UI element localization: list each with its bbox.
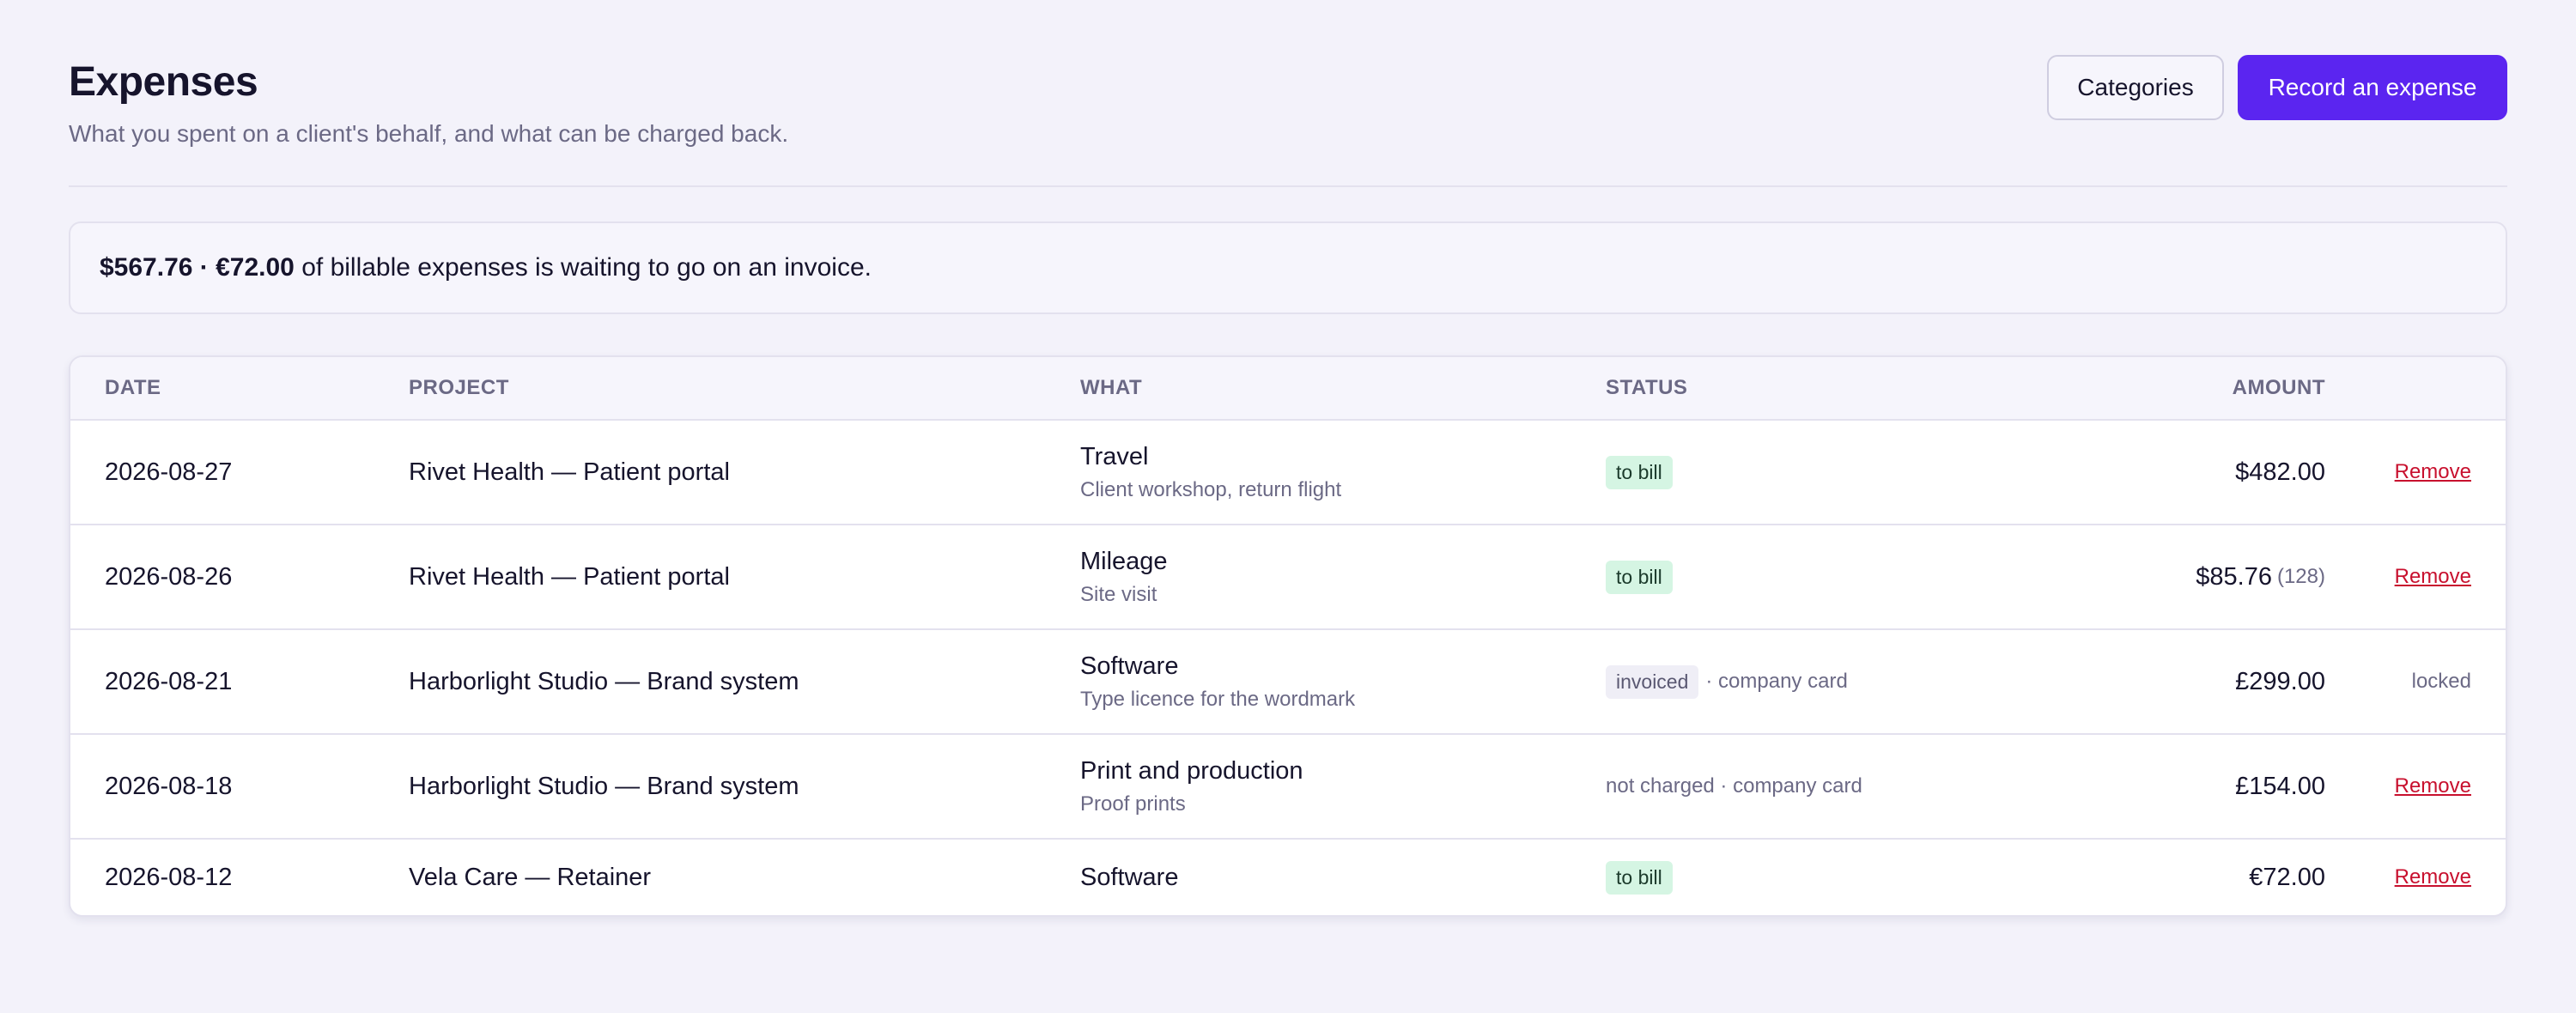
remove-expense-link[interactable]: Remove: [2395, 421, 2471, 524]
table-row: 2026-08-18 Harborlight Studio — Brand sy…: [70, 735, 2506, 840]
expense-status: not charged · company card: [1606, 735, 1862, 838]
table-row: 2026-08-26 Rivet Health — Patient portal…: [70, 525, 2506, 630]
billable-summary-text: of billable expenses is waiting to go on…: [294, 253, 872, 282]
remove-expense-link[interactable]: Remove: [2395, 735, 2471, 838]
amount-value: $85.76: [2196, 562, 2272, 591]
expense-amount: $482.00: [2235, 458, 2325, 486]
page-title: Expenses: [69, 59, 258, 105]
expense-date: 2026-08-27: [105, 458, 233, 486]
status-badge: to bill: [1606, 860, 1673, 895]
expense-category: Mileage: [1080, 547, 1168, 575]
expense-status: invoiced · company card: [1606, 630, 1848, 733]
expense-category: Software: [1080, 863, 1179, 891]
expense-date: 2026-08-26: [105, 562, 233, 591]
categories-button[interactable]: Categories: [2047, 55, 2224, 120]
remove-expense-link[interactable]: Remove: [2395, 840, 2471, 915]
expense-category: Travel: [1080, 442, 1149, 470]
expense-project: Rivet Health — Patient portal: [409, 458, 730, 486]
header-divider: [69, 185, 2507, 187]
expense-project: Harborlight Studio — Brand system: [409, 772, 799, 800]
expense-amount: €72.00: [2249, 863, 2325, 891]
expense-category: Software: [1080, 652, 1179, 680]
expense-status: to bill: [1606, 840, 1673, 915]
column-header-amount: AMOUNT: [2232, 376, 2325, 399]
expenses-table: DATE PROJECT WHAT STATUS AMOUNT 2026-08-…: [69, 355, 2507, 917]
expense-date: 2026-08-18: [105, 772, 233, 800]
expense-what: Software: [1080, 840, 1178, 915]
expense-amount: £299.00: [2235, 667, 2325, 695]
page-header: Expenses What you spent on a client's be…: [69, 55, 2507, 149]
status-badge: invoiced: [1606, 664, 1699, 699]
expense-date: 2026-08-12: [105, 863, 233, 891]
remove-link-label[interactable]: Remove: [2395, 774, 2471, 798]
billable-summary-banner: $567.76 · €72.00 of billable expenses is…: [69, 221, 2507, 314]
locked-label: locked: [2411, 670, 2471, 693]
expense-project: Harborlight Studio — Brand system: [409, 667, 799, 695]
expense-date: 2026-08-21: [105, 667, 233, 695]
remove-link-label[interactable]: Remove: [2395, 565, 2471, 589]
locked-indicator: locked: [2412, 630, 2471, 733]
status-badge: to bill: [1606, 560, 1673, 594]
expense-what: Mileage Site visit: [1080, 525, 1168, 628]
expense-status: to bill: [1606, 421, 1673, 524]
expense-project: Vela Care — Retainer: [409, 863, 652, 891]
table-row: 2026-08-21 Harborlight Studio — Brand sy…: [70, 630, 2506, 735]
expense-description: Site visit: [1080, 582, 1157, 606]
expense-what: Travel Client workshop, return flight: [1080, 421, 1341, 524]
page-subtitle: What you spent on a client's behalf, and…: [69, 120, 789, 147]
status-text: not charged · company card: [1606, 774, 1862, 798]
expense-project: Rivet Health — Patient portal: [409, 562, 730, 591]
expense-description: Client workshop, return flight: [1080, 477, 1342, 501]
expense-description: Type licence for the wordmark: [1080, 687, 1356, 711]
table-row: 2026-08-27 Rivet Health — Patient portal…: [70, 421, 2506, 525]
remove-link-label[interactable]: Remove: [2395, 865, 2471, 889]
mileage-distance: (128): [2276, 565, 2325, 588]
column-header-status: STATUS: [1606, 376, 1688, 399]
expenses-page: Expenses What you spent on a client's be…: [0, 0, 2576, 1013]
column-header-project: PROJECT: [409, 376, 509, 399]
column-header-date: DATE: [105, 376, 161, 399]
expense-amount: £154.00: [2235, 772, 2325, 800]
column-header-what: WHAT: [1080, 376, 1143, 399]
expense-description: Proof prints: [1080, 792, 1186, 816]
expense-amount: $85.76 (128): [2196, 525, 2325, 628]
remove-expense-link[interactable]: Remove: [2395, 525, 2471, 628]
remove-link-label[interactable]: Remove: [2395, 460, 2471, 484]
expense-what: Print and production Proof prints: [1080, 735, 1303, 838]
table-header: DATE PROJECT WHAT STATUS AMOUNT: [70, 357, 2506, 421]
payment-method: · company card: [1705, 670, 1848, 693]
status-badge: to bill: [1606, 455, 1673, 489]
table-row: 2026-08-12 Vela Care — Retainer Software…: [70, 840, 2506, 915]
record-expense-button[interactable]: Record an expense: [2238, 55, 2507, 120]
header-actions: Categories Record an expense: [2047, 55, 2507, 120]
expense-what: Software Type licence for the wordmark: [1080, 630, 1355, 733]
expense-status: to bill: [1606, 525, 1673, 628]
billable-amounts: $567.76 · €72.00: [100, 253, 295, 282]
expense-category: Print and production: [1080, 756, 1303, 785]
